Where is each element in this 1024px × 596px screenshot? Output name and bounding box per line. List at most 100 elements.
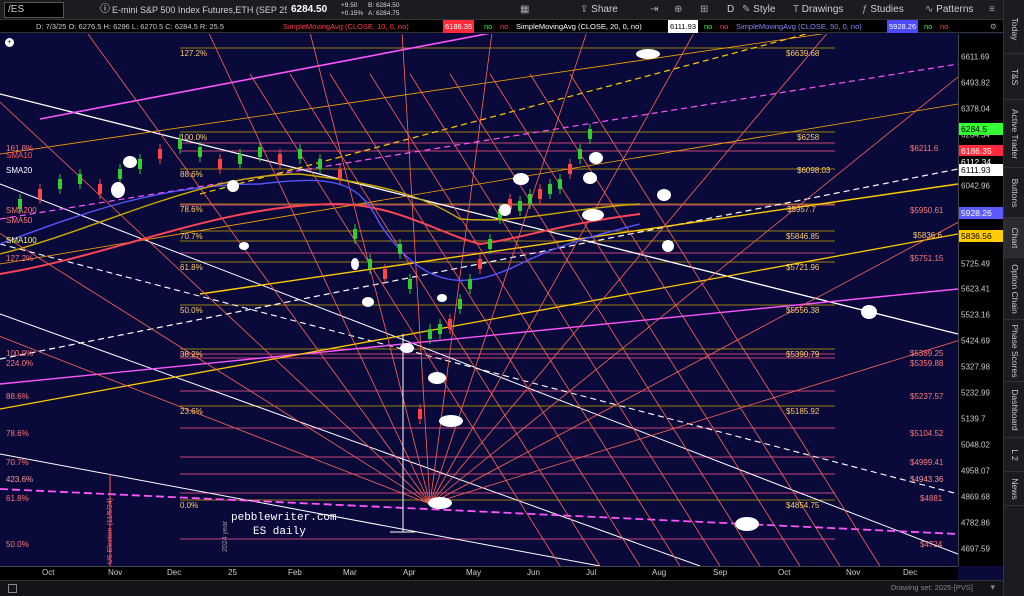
candle-body (198, 147, 202, 157)
time-tick-label: Jun (527, 568, 540, 577)
grid-icon[interactable]: ⊞ (700, 0, 712, 20)
right-tab-label: Chart (1009, 227, 1020, 248)
trend-line (199, 34, 809, 195)
candle-body (158, 149, 162, 159)
right-tab-buttons[interactable]: Buttons (1004, 168, 1024, 218)
fib-level-label: 88.6% (180, 170, 203, 179)
watermark-subtitle: ES daily (253, 526, 306, 538)
candle-body (588, 129, 592, 139)
share-label: Share (591, 4, 618, 15)
candle-body (518, 201, 522, 211)
right-side-tabs: Today T&S Active Trader Buttons Chart Option … (1003, 0, 1024, 596)
sma50-label[interactable]: SimpleMovingAvg (CLOSE, 50, 0, no) (736, 20, 862, 33)
style-label: Style (753, 4, 776, 15)
style-button[interactable]: ✎ Style (742, 0, 787, 20)
right-tab-today[interactable]: Today (1004, 4, 1024, 54)
time-tick-label: 25 (228, 568, 237, 577)
layout-icon[interactable]: ▦ (520, 0, 530, 20)
info-icon[interactable]: ⓘ (100, 0, 110, 20)
time-tick-label: Apr (403, 568, 416, 577)
share-icon: ⇪ (580, 4, 592, 15)
target-oval (861, 305, 877, 319)
candle-body (78, 174, 82, 184)
sma10-flag: no (484, 22, 493, 31)
fib-price-label: $5185.92 (786, 407, 820, 416)
time-axis[interactable]: Oct Nov Dec 25 Feb Mar Apr May Jun Jul Aug Sep Oct No… (0, 566, 958, 580)
candle-body (568, 164, 572, 174)
price-tick-label: 5424.69 (961, 336, 990, 346)
zoom-icon[interactable]: ⊕ (674, 0, 686, 20)
target-oval (437, 294, 447, 302)
study-info-bar: D: 7/3/25 O: 6276.5 H: 6296 L: 6270.5 C:… (0, 20, 1003, 33)
candle-body (538, 189, 542, 199)
fib-level-label: 78.6% (6, 429, 29, 438)
period-d-button[interactable]: D (727, 0, 737, 20)
fib-level-label: 23.6% (180, 407, 203, 416)
fib-price-label: $5751.15 (910, 254, 944, 263)
patterns-label: Patterns (936, 4, 974, 15)
target-oval (362, 297, 374, 307)
price-tick-label: 4697.59 (961, 544, 990, 554)
trend-line (0, 453, 601, 566)
collapse-icon[interactable]: ▾ (990, 582, 995, 593)
time-tick-label: Aug (652, 568, 667, 577)
election-label: US Election (11/5/24) (107, 497, 114, 564)
share-button[interactable]: ⇪ Share (580, 0, 625, 20)
right-tab-t-s[interactable]: T&S (1004, 54, 1024, 100)
sma50-value: 5928.26 (887, 20, 919, 33)
pointer-icon[interactable]: ⇥ (650, 0, 662, 20)
right-tab-phase-scores[interactable]: Phase Scores (1004, 320, 1024, 382)
drawings-button[interactable]: T Drawings (793, 0, 853, 20)
target-oval (657, 189, 671, 201)
time-tick-label: Sep (713, 568, 728, 577)
fib-level-label: 0.0% (180, 501, 199, 510)
symbol-input[interactable]: /ES (4, 2, 64, 18)
price-tick-label: 4958.07 (961, 466, 990, 476)
price-axis[interactable]: 6611.696493.826378.046264.346152.656042.… (958, 34, 1004, 566)
time-tick-label: Dec (903, 568, 918, 577)
sma10-label[interactable]: SimpleMovingAvg (CLOSE, 10, 0, no) (283, 20, 409, 33)
price-badge: 6284.5 (959, 123, 1004, 135)
candle-body (138, 159, 142, 169)
symbol-text: /ES (8, 4, 25, 15)
sma20-value: 6111.93 (668, 20, 698, 33)
sma10-value: 6186.35 (443, 20, 475, 33)
price-badge: 5836.56 (959, 230, 1004, 242)
candle-body (353, 229, 357, 239)
chart-settings-icon[interactable]: + (5, 38, 14, 47)
time-tick-label: Dec (167, 568, 182, 577)
sma20-flag: no (704, 22, 713, 31)
right-tab-news[interactable]: News (1004, 472, 1024, 506)
right-tab-label: Buttons (1009, 178, 1020, 207)
sma20-label[interactable]: SimpleMovingAvg (CLOSE, 20, 0, no) (516, 20, 642, 33)
gear-icon[interactable]: ⚙ (990, 20, 997, 33)
right-tab-chart[interactable]: Chart (1004, 218, 1024, 258)
studies-button[interactable]: ƒ Studies (862, 0, 918, 20)
drawings-icon: T (793, 4, 802, 15)
right-tab-active-trader[interactable]: Active Trader (1004, 100, 1024, 168)
fib-level-label: 78.6% (180, 205, 203, 214)
fib-price-label: $5950.61 (910, 206, 944, 215)
time-tick-label: Oct (778, 568, 791, 577)
target-oval (123, 156, 137, 168)
target-oval (583, 172, 597, 184)
fib-price-label: $5104.52 (910, 429, 944, 438)
candle-body (38, 189, 42, 199)
patterns-button[interactable]: ∿ Patterns (925, 0, 987, 20)
candle-body (548, 184, 552, 194)
chart-plot-area[interactable]: 127.2% 100.0% 161.8% SMA10 SMA20 88.6% 78.6% SM… (0, 34, 958, 566)
candle-body (368, 259, 372, 269)
candle-body (338, 169, 342, 179)
right-tab-label: Dashboard (1009, 388, 1020, 431)
right-tab-dashboard[interactable]: Dashboard (1004, 382, 1024, 438)
fib-price-label: $4854.75 (786, 501, 820, 510)
fan-line (409, 73, 721, 566)
expand-icon[interactable] (8, 584, 17, 593)
fan-line (0, 232, 431, 505)
time-tick-label: Feb (288, 568, 302, 577)
menu-icon[interactable]: ≡ (989, 0, 1001, 20)
ohlc-readout: D: 7/3/25 O: 6276.5 H: 6296 L: 6270.5 C:… (36, 22, 225, 31)
right-tab-option-chain[interactable]: Option Chain (1004, 258, 1024, 320)
right-tab-l-2[interactable]: L 2 (1004, 438, 1024, 472)
candle-body (458, 299, 462, 309)
